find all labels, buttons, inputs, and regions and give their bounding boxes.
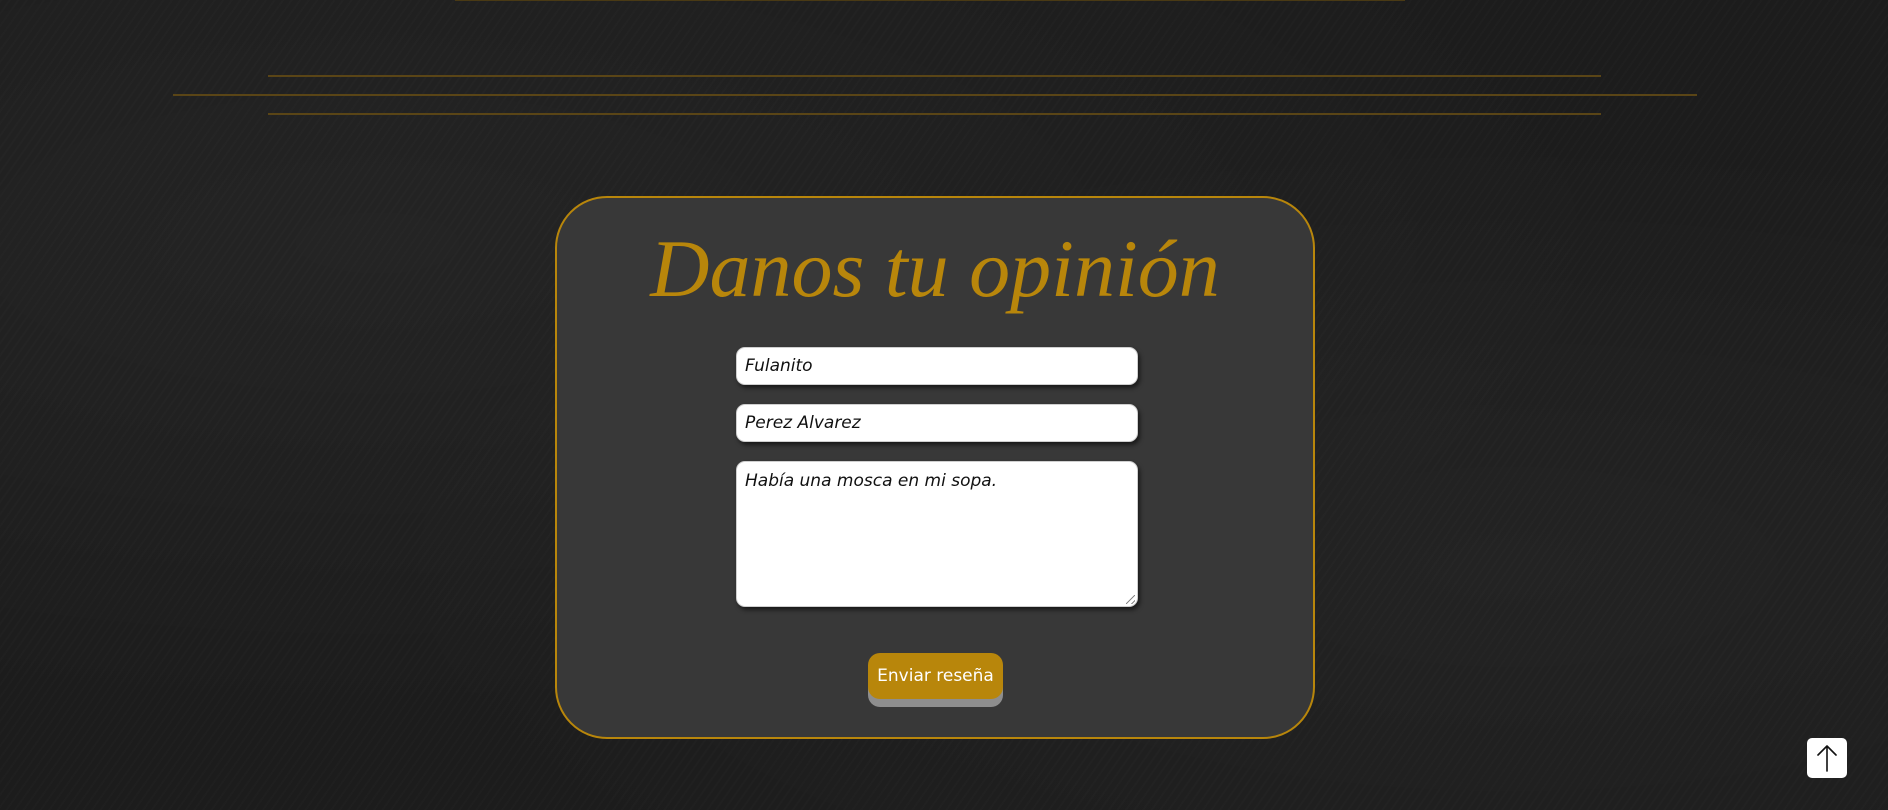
resize-handle-icon[interactable] [1126, 595, 1135, 604]
review-form-card: Danos tu opinión Fulanito Perez Alvarez … [555, 196, 1315, 739]
scroll-to-top-button[interactable] [1807, 738, 1847, 778]
decorative-line [268, 75, 1601, 77]
submit-review-button[interactable]: Enviar reseña [868, 653, 1003, 699]
top-edge-line [455, 0, 1405, 1]
last-name-input[interactable]: Perez Alvarez [736, 404, 1138, 442]
arrow-up-icon [1817, 745, 1837, 772]
first-name-input[interactable]: Fulanito [736, 347, 1138, 385]
review-textarea-text: Había una mosca en mi sopa. [745, 471, 998, 491]
decorative-line [173, 94, 1697, 96]
review-textarea[interactable]: Había una mosca en mi sopa. [736, 461, 1138, 607]
form-title: Danos tu opinión [650, 223, 1220, 314]
decorative-line [268, 113, 1601, 115]
